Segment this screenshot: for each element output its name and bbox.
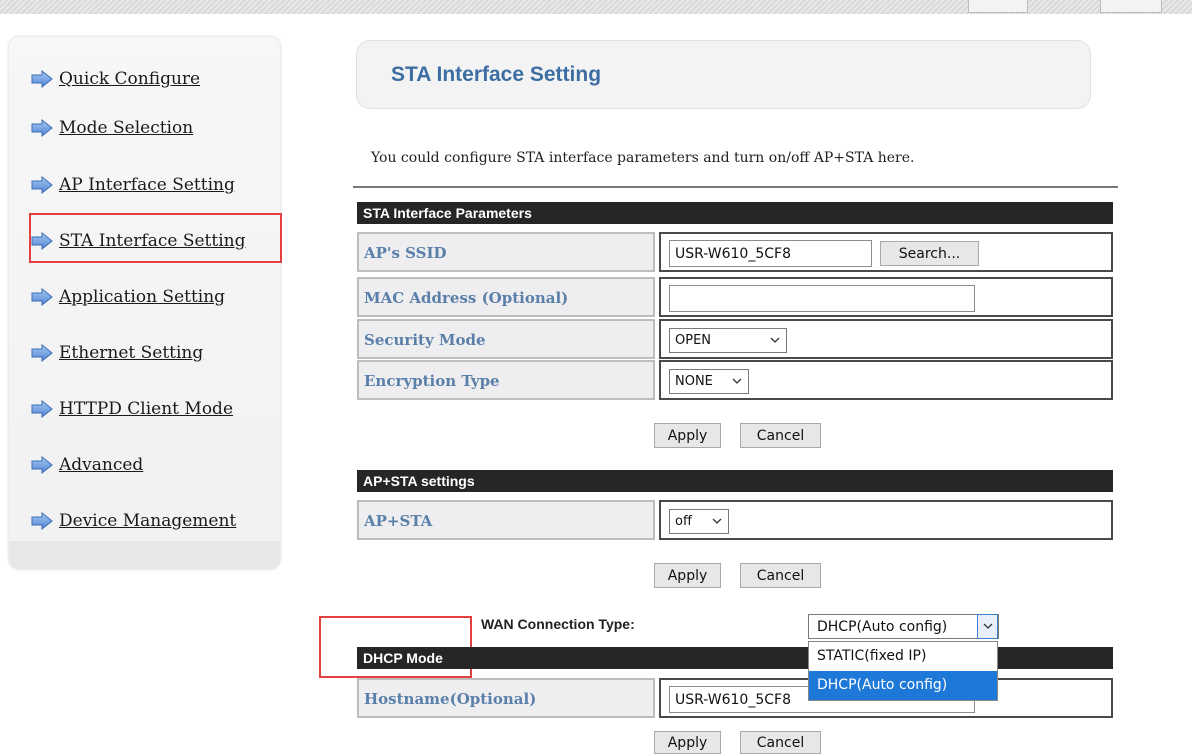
sidebar-item-application-setting[interactable]: Application Setting (31, 287, 225, 307)
arrow-right-icon (31, 344, 53, 362)
sidebar-item-label: AP Interface Setting (59, 175, 235, 195)
selected-item-highlight (29, 213, 282, 263)
security-mode-value: OPEN (675, 333, 712, 348)
sidebar-item-ethernet-setting[interactable]: Ethernet Setting (31, 343, 203, 363)
ap-ssid-input[interactable] (669, 240, 872, 267)
field-label-cell: Security Mode (357, 319, 655, 359)
field-label-cell: AP's SSID (357, 232, 655, 272)
divider (353, 186, 1118, 188)
page-intro: You could configure STA interface parame… (371, 150, 915, 166)
section-header-sta-params: STA Interface Parameters (357, 202, 1113, 224)
apsta-value: off (675, 514, 692, 529)
sidebar-item-ap-interface-setting[interactable]: AP Interface Setting (31, 175, 235, 195)
arrow-right-icon (31, 288, 53, 306)
encryption-type-value: NONE (675, 374, 713, 389)
security-mode-label: Security Mode (364, 331, 486, 349)
page-heading-box: STA Interface Setting (356, 40, 1091, 109)
top-bar-button[interactable] (968, 0, 1028, 13)
field-label-cell: Encryption Type (357, 360, 655, 400)
sidebar-item-label: HTTPD Client Mode (59, 399, 234, 419)
arrow-right-icon (31, 456, 53, 474)
encryption-type-select[interactable]: NONE (669, 369, 749, 394)
dropdown-toggle[interactable] (977, 614, 998, 639)
sidebar-item-label: Ethernet Setting (59, 343, 204, 363)
sidebar-item-mode-selection[interactable]: Mode Selection (31, 118, 193, 138)
field-label-cell: MAC Address (Optional) (357, 277, 655, 317)
arrow-right-icon (31, 512, 53, 530)
arrow-right-icon (31, 176, 53, 194)
wan-connection-type-options: STATIC(fixed IP) DHCP(Auto config) (808, 641, 998, 701)
apsta-cancel-button[interactable]: Cancel (740, 563, 821, 588)
field-label-cell: AP+STA (357, 500, 655, 540)
mac-address-label: MAC Address (Optional) (364, 289, 569, 307)
search-button[interactable]: Search... (880, 241, 979, 266)
field-label-cell: Hostname(Optional) (357, 678, 655, 718)
dropdown-option-static[interactable]: STATIC(fixed IP) (809, 642, 997, 671)
dhcp-cancel-button[interactable]: Cancel (740, 731, 821, 754)
row-hostname: Hostname(Optional) (357, 678, 1113, 718)
sidebar-item-label: Advanced (59, 455, 144, 475)
dropdown-option-dhcp[interactable]: DHCP(Auto config) (809, 671, 997, 700)
sta-cancel-button[interactable]: Cancel (740, 423, 821, 448)
arrow-right-icon (31, 70, 53, 88)
wan-connection-type-select[interactable]: DHCP(Auto config) (808, 614, 999, 639)
arrow-right-icon (31, 119, 53, 137)
apsta-apply-button[interactable]: Apply (654, 563, 721, 588)
chevron-down-icon (770, 337, 780, 343)
field-value-cell: NONE (659, 360, 1113, 400)
arrow-right-icon (31, 400, 53, 418)
ap-ssid-label: AP's SSID (364, 244, 447, 262)
field-value-cell (659, 277, 1113, 317)
sta-apply-button[interactable]: Apply (654, 423, 721, 448)
row-mac-address: MAC Address (Optional) (357, 277, 1113, 317)
sidebar-item-label: Application Setting (59, 287, 226, 307)
encryption-type-label: Encryption Type (364, 372, 500, 390)
row-encryption-type: Encryption Type NONE (357, 360, 1113, 400)
field-value-cell: Search... (659, 232, 1113, 272)
mac-address-input[interactable] (669, 285, 975, 312)
field-value-cell: OPEN (659, 319, 1113, 359)
wan-connection-type-label: WAN Connection Type: (481, 616, 635, 632)
apsta-select[interactable]: off (669, 509, 729, 534)
top-bar (0, 0, 1192, 14)
top-bar-button[interactable] (1100, 0, 1162, 13)
section-header-apsta: AP+STA settings (357, 470, 1113, 492)
sidebar-item-label: Quick Configure (59, 69, 201, 89)
sidebar-item-advanced[interactable]: Advanced (31, 455, 143, 475)
sidebar-footer (9, 541, 280, 569)
row-security-mode: Security Mode OPEN (357, 319, 1113, 359)
sidebar-item-device-management[interactable]: Device Management (31, 511, 236, 531)
sidebar-item-label: Mode Selection (59, 118, 194, 138)
chevron-down-icon (732, 378, 742, 384)
security-mode-select[interactable]: OPEN (669, 328, 787, 353)
row-ap-ssid: AP's SSID Search... (357, 232, 1113, 272)
sidebar-item-label: Device Management (59, 511, 237, 531)
field-value-cell: off (659, 500, 1113, 540)
hostname-label: Hostname(Optional) (364, 690, 537, 708)
dhcp-apply-button[interactable]: Apply (654, 731, 721, 754)
wan-connection-type-value: DHCP(Auto config) (817, 618, 948, 635)
sidebar-item-quick-configure[interactable]: Quick Configure (31, 69, 200, 89)
row-apsta: AP+STA off (357, 500, 1113, 540)
chevron-down-icon (712, 518, 722, 524)
sidebar-item-httpd-client-mode[interactable]: HTTPD Client Mode (31, 399, 233, 419)
apsta-label: AP+STA (364, 512, 433, 530)
chevron-down-icon (983, 623, 993, 629)
section-header-dhcp: DHCP Mode (357, 647, 1113, 669)
page-title: STA Interface Setting (391, 63, 602, 86)
